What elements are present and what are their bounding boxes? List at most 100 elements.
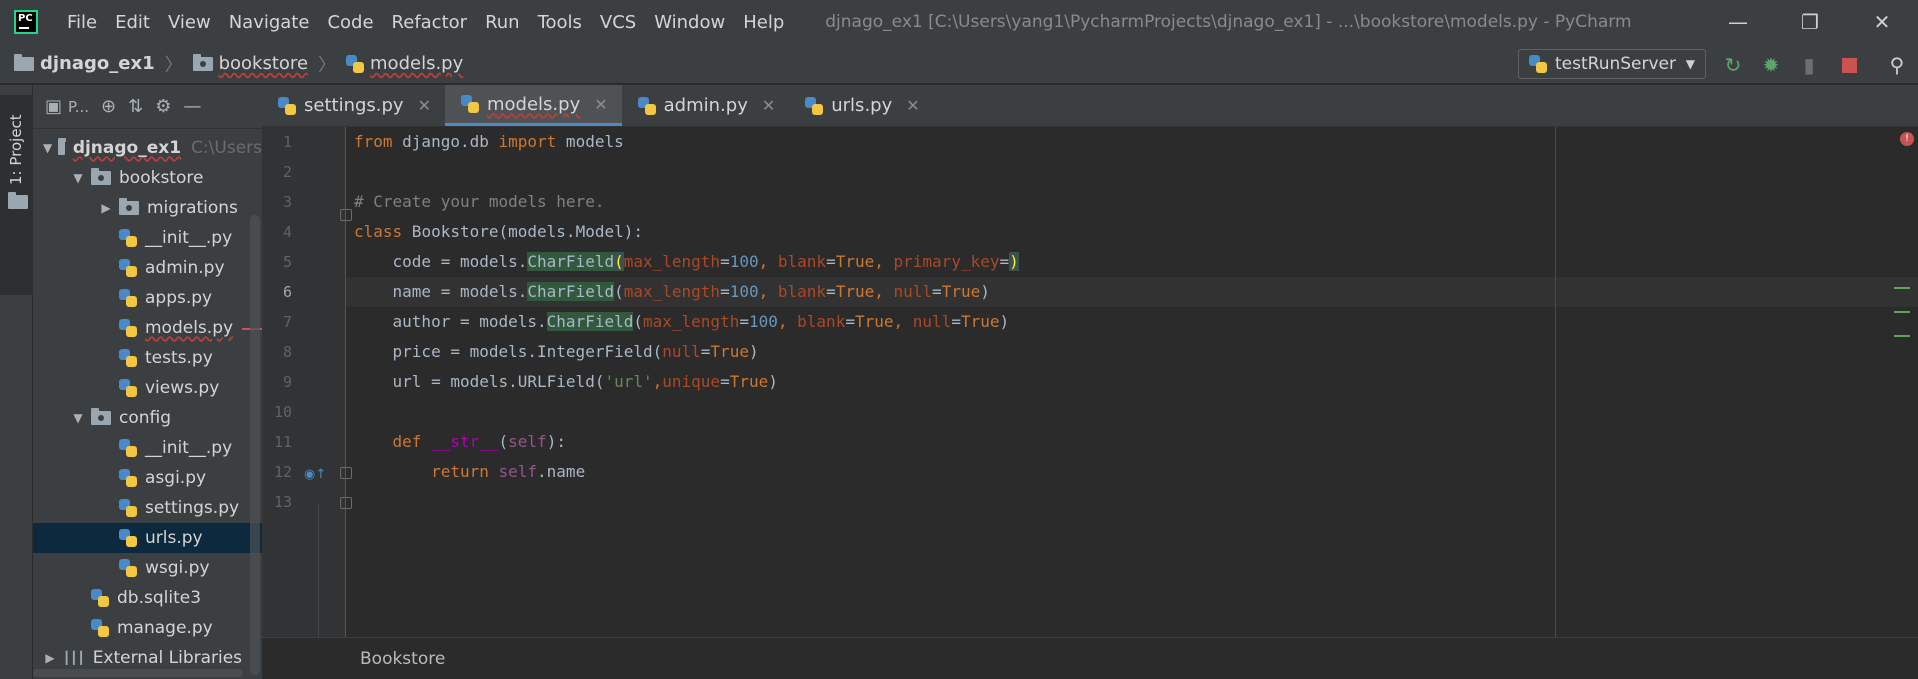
chevron-right-icon: 〉 — [164, 54, 183, 76]
tree-folder[interactable]: ▶ migrations — [33, 193, 262, 223]
code-line: # Create your models here. — [354, 192, 605, 211]
tab-settings-py[interactable]: settings.py ✕ — [262, 85, 445, 126]
close-tab-icon[interactable]: ✕ — [594, 95, 607, 114]
breadcrumb-file[interactable]: models.py — [370, 53, 463, 74]
tree-file[interactable]: db.sqlite3 — [33, 583, 262, 613]
folder-icon — [119, 198, 139, 215]
rerun-icon[interactable]: ↻ — [1722, 53, 1744, 77]
line-number: 12 — [273, 463, 292, 481]
close-tab-icon[interactable]: ✕ — [418, 96, 431, 115]
hide-panel-icon[interactable]: — — [183, 96, 201, 117]
menu-view[interactable]: View — [159, 12, 220, 33]
tab-urls-py[interactable]: urls.py ✕ — [789, 85, 933, 126]
python-file-icon — [119, 379, 137, 397]
line-number: 5 — [282, 253, 292, 271]
collapse-arrow-icon[interactable]: ▶ — [43, 651, 57, 665]
horizontal-scrollbar[interactable] — [33, 669, 243, 677]
override-method-icon[interactable]: ◉↑ — [304, 467, 326, 482]
python-file-icon — [278, 96, 296, 115]
line-number: 3 — [282, 193, 292, 211]
tree-file[interactable]: wsgi.py — [33, 553, 262, 583]
python-file-icon — [805, 96, 824, 115]
tab-admin-py[interactable]: admin.py ✕ — [622, 85, 790, 126]
line-number-gutter: 1 2 3 4 5 6 7 8 9 10 11 12 13 — [262, 127, 346, 637]
run-config-select[interactable]: testRunServer ▼ — [1518, 49, 1706, 79]
locate-file-icon[interactable]: ⊕ — [101, 96, 116, 117]
menu-code[interactable]: Code — [318, 12, 382, 33]
python-file-icon — [119, 349, 137, 367]
breadcrumb-package[interactable]: bookstore — [219, 53, 308, 74]
tab-models-py[interactable]: models.py ✕ — [445, 85, 622, 126]
structure-breadcrumb[interactable]: Bookstore — [360, 649, 445, 669]
tree-item-path: C:\Users — [191, 138, 262, 158]
tree-item-label: migrations — [147, 198, 238, 218]
gear-icon[interactable]: ⚙ — [155, 96, 171, 117]
tree-file[interactable]: tests.py — [33, 343, 262, 373]
tree-file[interactable]: asgi.py — [33, 463, 262, 493]
line-number: 7 — [282, 313, 292, 331]
stop-icon[interactable] — [1838, 54, 1860, 76]
package-folder-icon — [192, 53, 213, 71]
python-file-icon — [637, 96, 656, 115]
menu-refactor[interactable]: Refactor — [383, 12, 477, 33]
code-line: url = models.URLField('url',unique=True) — [354, 372, 778, 391]
tree-item-label: manage.py — [117, 618, 213, 638]
chevron-down-icon: ▼ — [1685, 57, 1695, 71]
panel-view-icon[interactable]: ▣ — [45, 96, 62, 117]
line-number: 11 — [273, 433, 292, 451]
menu-file[interactable]: File — [58, 12, 106, 33]
menu-help[interactable]: Help — [734, 12, 793, 33]
menu-run[interactable]: Run — [476, 12, 529, 33]
menu-tools[interactable]: Tools — [529, 12, 591, 33]
tree-file[interactable]: apps.py — [33, 283, 262, 313]
error-indicator-icon[interactable]: ! — [1900, 132, 1914, 146]
tree-file[interactable]: admin.py — [33, 253, 262, 283]
breadcrumb-project[interactable]: djnago_ex1 — [40, 53, 155, 74]
tree-file[interactable]: urls.py — [33, 523, 262, 553]
tree-item-label: db.sqlite3 — [117, 588, 202, 608]
folder-icon — [8, 192, 28, 209]
tree-file[interactable]: __init__.py — [33, 433, 262, 463]
code-editor[interactable]: 1 2 3 4 5 6 7 8 9 10 11 12 13 ! ◉↑ from django.db im… — [262, 127, 1918, 637]
restore-icon[interactable]: ❐ — [1774, 0, 1846, 44]
close-tab-icon[interactable]: ✕ — [762, 96, 775, 115]
collapse-arrow-icon[interactable]: ▶ — [99, 201, 113, 215]
debug-bug-icon[interactable]: ✹ — [1760, 53, 1782, 77]
tree-item-label: tests.py — [145, 348, 213, 368]
python-file-icon — [119, 289, 137, 307]
tree-file[interactable]: settings.py — [33, 493, 262, 523]
search-icon[interactable]: ⚲ — [1886, 53, 1908, 77]
menu-vcs[interactable]: VCS — [591, 12, 645, 33]
menu-edit[interactable]: Edit — [106, 12, 159, 33]
editor-breadcrumb-bar: Bookstore — [262, 637, 1918, 679]
tree-file[interactable]: views.py — [33, 373, 262, 403]
menu-navigate[interactable]: Navigate — [220, 12, 319, 33]
folder-icon — [91, 408, 111, 425]
menu-window[interactable]: Window — [645, 12, 734, 33]
tree-folder[interactable]: ▼ bookstore — [33, 163, 262, 193]
tree-file[interactable]: manage.py — [33, 613, 262, 643]
fold-marker-icon[interactable] — [340, 497, 352, 509]
close-tab-icon[interactable]: ✕ — [906, 96, 919, 115]
close-icon[interactable]: ✕ — [1846, 0, 1918, 44]
expand-arrow-icon[interactable]: ▼ — [43, 141, 52, 155]
coverage-icon[interactable]: ▮ — [1798, 53, 1820, 77]
tree-folder[interactable]: ▼ djnago_ex1 C:\Users — [33, 133, 262, 163]
folder-icon — [58, 138, 66, 155]
fold-marker-icon[interactable] — [340, 209, 352, 221]
expand-arrow-icon[interactable]: ▼ — [71, 171, 85, 185]
collapse-all-icon[interactable]: ⇅ — [128, 96, 143, 117]
minimize-icon[interactable]: — — [1702, 0, 1774, 44]
tree-file[interactable]: __init__.py — [33, 223, 262, 253]
change-marker — [1894, 287, 1910, 289]
tree-folder[interactable]: ▼ config — [33, 403, 262, 433]
vertical-scrollbar[interactable] — [250, 215, 260, 675]
fold-marker-icon[interactable] — [340, 467, 352, 479]
expand-arrow-icon[interactable]: ▼ — [71, 411, 85, 425]
tree-file[interactable]: models.py — [33, 313, 262, 343]
python-file-icon — [119, 319, 137, 337]
project-tool-tab[interactable]: 1: Project — [0, 95, 33, 295]
panel-view-select[interactable]: P... — [68, 98, 89, 116]
python-file-icon — [1529, 55, 1547, 73]
tree-item-label: config — [119, 408, 172, 428]
